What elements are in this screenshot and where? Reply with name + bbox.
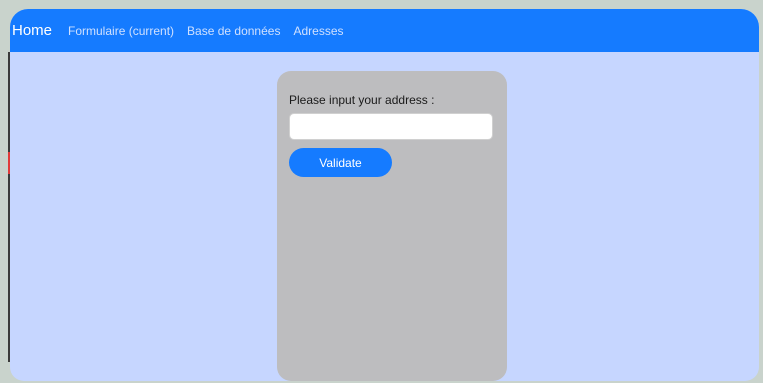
validate-button[interactable]: Validate bbox=[289, 148, 392, 177]
top-navbar: Home Formulaire (current) Base de donnée… bbox=[10, 9, 759, 52]
address-label: Please input your address : bbox=[289, 93, 435, 107]
nav-brand-home[interactable]: Home bbox=[12, 22, 52, 39]
nav-link-formulaire[interactable]: Formulaire (current) bbox=[68, 24, 174, 38]
address-input[interactable] bbox=[289, 113, 493, 140]
browser-page: Home Formulaire (current) Base de donnée… bbox=[10, 9, 759, 381]
nav-link-adresses[interactable]: Adresses bbox=[293, 24, 343, 38]
nav-link-base-de-donnees[interactable]: Base de données bbox=[187, 24, 280, 38]
address-form-card: Please input your address : Validate bbox=[277, 71, 507, 381]
